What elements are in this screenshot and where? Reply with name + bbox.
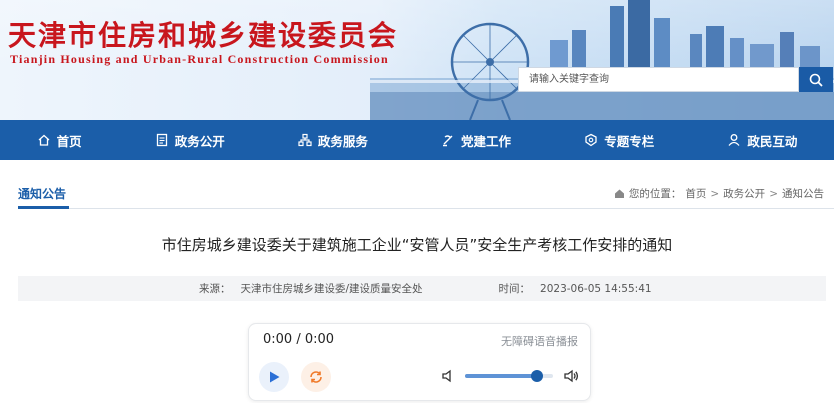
divider [18, 208, 834, 209]
document-icon [156, 133, 167, 147]
nav-item-party-building[interactable]: 党建工作 [441, 131, 511, 150]
volume-slider-knob[interactable] [531, 370, 544, 382]
article-meta: 来源： 天津市住房城乡建设委/建设质量安全处 时间： 2023-06-05 14… [18, 276, 826, 301]
nav-label: 政务服务 [317, 133, 368, 149]
play-icon [270, 371, 280, 383]
breadcrumb-link-notices[interactable]: 通知公告 [782, 186, 824, 201]
source-value: 天津市住房城乡建设委/建设质量安全处 [240, 283, 423, 295]
home-icon [614, 189, 624, 198]
search-icon [809, 73, 823, 87]
breadcrumb-separator: > [710, 187, 720, 200]
source-label: 来源： [199, 283, 231, 295]
volume-low-icon[interactable] [441, 369, 455, 383]
user-icon [728, 134, 740, 146]
location-label: 您的位置： [628, 188, 682, 200]
city-skyline-banner [370, 0, 834, 120]
volume-slider-fill [465, 374, 538, 378]
accessibility-broadcast-label[interactable]: 无障碍语音播报 [501, 333, 578, 349]
audio-player: 0:00 / 0:00 无障碍语音播报 [248, 323, 591, 401]
site-name-en: Tianjin Housing and Urban-Rural Construc… [10, 52, 389, 66]
search-button[interactable] [799, 67, 833, 92]
breadcrumb: 您的位置： 首页 > 政务公开 > 通知公告 [614, 186, 824, 201]
volume-high-icon[interactable] [563, 368, 579, 384]
loop-icon [310, 371, 322, 383]
nav-label: 首页 [56, 133, 82, 149]
breadcrumb-link-home[interactable]: 首页 [685, 186, 706, 201]
main-nav: 首页 政务公开 政务服务 党建工作 专题专栏 政民互动 [0, 120, 834, 160]
party-icon [443, 135, 453, 147]
time-label: 时间： [498, 283, 531, 295]
volume-slider[interactable] [465, 370, 553, 382]
nav-label: 专题专栏 [604, 133, 655, 149]
breadcrumb-separator: > [769, 187, 778, 200]
badge-icon [585, 133, 597, 147]
breadcrumb-bar: 通知公告 您的位置： 首页 > 政务公开 > 通知公告 [0, 160, 834, 212]
section-title: 通知公告 [18, 187, 67, 201]
breadcrumb-link-gov-affairs[interactable]: 政务公开 [723, 186, 765, 201]
network-icon [298, 133, 312, 147]
time-value: 2023-06-05 14:55:41 [540, 282, 652, 295]
loop-button[interactable] [301, 362, 331, 392]
nav-item-home[interactable]: 首页 [37, 131, 82, 150]
nav-label: 政民互动 [747, 133, 798, 149]
site-header: 天津市住房和城乡建设委员会 Tianjin Housing and Urban-… [0, 0, 834, 120]
nav-item-gov-services[interactable]: 政务服务 [298, 131, 368, 150]
site-name-cn: 天津市住房和城乡建设委员会 [8, 19, 399, 52]
nav-item-public-interaction[interactable]: 政民互动 [727, 131, 797, 150]
nav-item-gov-affairs[interactable]: 政务公开 [155, 131, 225, 150]
home-icon [38, 134, 49, 146]
article-title: 市住房城乡建设委关于建筑施工企业“安管人员”安全生产考核工作安排的通知 [161, 236, 673, 254]
section-title-underline [18, 206, 69, 209]
nav-label: 政务公开 [174, 133, 225, 149]
nav-item-special-topics[interactable]: 专题专栏 [584, 131, 654, 150]
nav-label: 党建工作 [461, 133, 512, 149]
play-button[interactable] [259, 362, 289, 392]
search-input[interactable]: 请输入关键字查询 [518, 67, 799, 92]
playback-time: 0:00 / 0:00 [263, 332, 335, 347]
